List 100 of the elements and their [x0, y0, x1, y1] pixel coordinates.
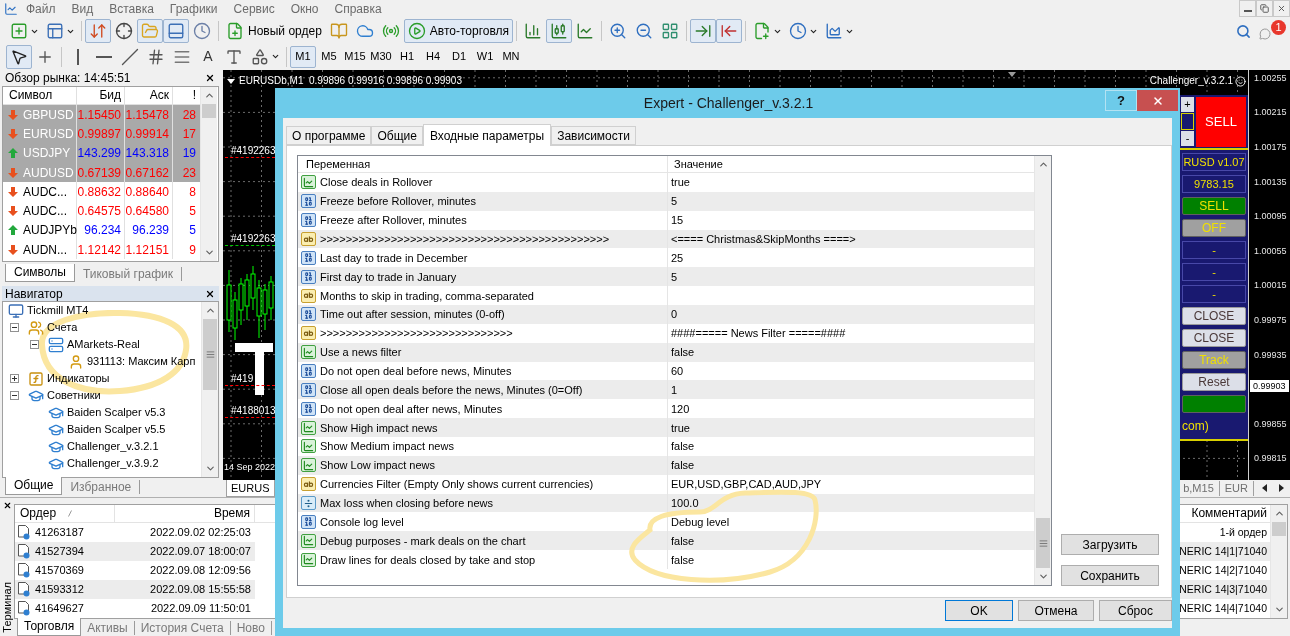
tab[interactable]: Общие	[5, 477, 63, 495]
menu-item[interactable]: Справка	[326, 1, 390, 17]
sell-button[interactable]: SELL	[1196, 97, 1246, 147]
parameter-value[interactable]: 0	[671, 308, 678, 321]
timeframe-button[interactable]: M5	[316, 45, 342, 68]
parameter-row[interactable]: >>>>>>>>>>>>>>>>>>>>>>>>>>>>>>>>>>>>>>>>>>>>> <==== Christmas&SkipMonths ====>	[298, 229, 1034, 249]
scrollbar[interactable]	[201, 302, 218, 477]
dialog-button[interactable]: Сохранить	[1061, 565, 1159, 586]
toolbar-button[interactable]: A	[195, 44, 221, 69]
parameter-row[interactable]: >>>>>>>>>>>>>>>>>>>>>>>>>>>>>> ####===== News Filter =====####	[298, 323, 1034, 343]
parameter-row[interactable]: Show Low impact news false	[298, 455, 1034, 475]
parameter-row[interactable]: Close deals in Rollover true	[298, 173, 1034, 192]
panel-button[interactable]: CLOSE	[1182, 307, 1246, 325]
dialog-button[interactable]: Загрузить	[1061, 534, 1159, 555]
menu-item[interactable]: Вставка	[101, 1, 162, 17]
column-header[interactable]: Переменная	[306, 158, 371, 170]
parameter-value[interactable]: 5	[671, 270, 678, 283]
tree-item[interactable]: Baiden Scalper v5.3	[67, 406, 166, 419]
parameter-value[interactable]: 25	[671, 251, 684, 264]
parameter-value[interactable]: false	[671, 553, 695, 566]
scrollbar-thumb[interactable]	[203, 319, 217, 390]
panel-button[interactable]: SELL	[1182, 197, 1246, 215]
dialog-button[interactable]: OK	[945, 600, 1013, 621]
minus-box-icon[interactable]	[10, 391, 19, 400]
restore-button[interactable]	[1256, 0, 1273, 17]
menu-item[interactable]: Сервис	[225, 1, 283, 17]
parameter-value[interactable]: true	[671, 421, 690, 434]
column-header[interactable]: Значение	[674, 158, 723, 170]
close-icon[interactable]	[205, 288, 215, 299]
parameter-value[interactable]: false	[671, 534, 695, 547]
chevron-down-icon[interactable]	[1037, 571, 1049, 582]
tab[interactable]: Ново	[230, 621, 272, 635]
toolbar-button[interactable]: Новый ордер	[222, 19, 326, 43]
timeframe-button[interactable]: M1	[290, 45, 316, 68]
dialog-button[interactable]: Отмена	[1018, 600, 1094, 621]
symbol-row[interactable]: AUDC... 0.88632 0.88640 8	[3, 182, 200, 202]
timeframe-button[interactable]: H1	[394, 45, 420, 68]
toolbar-button[interactable]	[6, 44, 32, 69]
chevron-down-icon[interactable]	[204, 463, 216, 474]
order-row[interactable]: 41593312 2022.09.08 15:55:58	[15, 580, 255, 599]
input-field[interactable]	[1181, 113, 1194, 130]
tree-item[interactable]: 931113: Максим Карп	[87, 355, 196, 368]
caret-left-icon[interactable]	[1262, 484, 1267, 492]
stepper-button[interactable]: -	[1181, 131, 1194, 146]
timeframe-button[interactable]: M15	[342, 45, 368, 68]
toolbar-button[interactable]: Авто-торговля	[403, 19, 514, 43]
symbol-row[interactable]: USDJPY 143.299 143.318 19	[3, 143, 200, 163]
parameter-value[interactable]: 120	[671, 402, 690, 415]
parameter-value[interactable]: 5	[671, 195, 678, 208]
caret-right-icon[interactable]	[1279, 484, 1284, 492]
parameter-value[interactable]: ####===== News Filter =====####	[671, 327, 846, 340]
scrollbar[interactable]	[1270, 505, 1287, 618]
tab[interactable]: О программе	[286, 126, 372, 145]
chart-tab[interactable]: EUR	[1219, 481, 1254, 496]
close-icon[interactable]	[205, 72, 215, 83]
scrollbar-thumb[interactable]	[1036, 518, 1050, 568]
parameter-value[interactable]: 100.0	[671, 497, 699, 510]
order-row[interactable]: 41570369 2022.09.08 12:09:56	[15, 561, 255, 580]
parameter-value[interactable]: 15	[671, 214, 684, 227]
plus-box-icon[interactable]	[10, 374, 19, 383]
parameter-row[interactable]: Use a news filter false	[298, 342, 1034, 362]
parameter-value[interactable]: true	[671, 176, 690, 189]
tab[interactable]: Символы	[5, 264, 75, 282]
column-header[interactable]: Символ	[9, 88, 53, 102]
parameter-value[interactable]: Debug level	[671, 515, 730, 528]
scrollbar[interactable]	[200, 87, 217, 261]
scrollbar-thumb[interactable]	[1272, 522, 1286, 536]
timeframe-button[interactable]: M30	[368, 45, 394, 68]
tree-item[interactable]: Challenger_v.3.2.1	[67, 440, 159, 453]
dialog-button[interactable]: Сброс	[1099, 600, 1172, 621]
timeframe-button[interactable]: W1	[472, 45, 498, 68]
close-button[interactable]	[1273, 0, 1290, 17]
stepper-button[interactable]: +	[1181, 97, 1194, 112]
tree-item[interactable]: Tickmill MT4	[27, 304, 89, 317]
parameter-value[interactable]: false	[671, 440, 695, 453]
parameter-row[interactable]: First day to trade in January 5	[298, 267, 1034, 287]
parameter-row[interactable]: Close all open deals before the news, Minutes (0=Off) 1	[298, 380, 1034, 400]
order-row[interactable]: 41263187 2022.09.02 02:25:03	[15, 523, 255, 542]
chart-tab[interactable]: EURUS	[226, 480, 275, 497]
menu-item[interactable]: Графики	[161, 1, 226, 17]
dropdown-triangle-icon[interactable]	[227, 78, 235, 84]
column-header[interactable]: !	[192, 87, 196, 104]
chevron-down-icon[interactable]	[203, 247, 215, 258]
column-header[interactable]: Ордер	[20, 505, 57, 522]
parameter-value[interactable]: 60	[671, 365, 684, 377]
menu-item[interactable]: Файл	[18, 1, 64, 17]
scrollbar-thumb[interactable]	[202, 104, 216, 118]
parameter-row[interactable]: Show Medium impact news false	[298, 437, 1034, 456]
minimize-button[interactable]	[1239, 0, 1256, 17]
panel-button[interactable]: CLOSE	[1182, 329, 1246, 347]
column-header[interactable]: Аск	[149, 87, 169, 104]
timeframe-button[interactable]: MN	[498, 45, 524, 68]
tab[interactable]: Торговля	[17, 618, 82, 636]
tab[interactable]: Входные параметры	[422, 124, 552, 146]
tab[interactable]: Зависимости	[551, 126, 636, 145]
symbol-row[interactable]: AUDC... 0.64575 0.64580 5	[3, 201, 200, 221]
tab[interactable]: Общие	[371, 126, 423, 145]
scrollbar[interactable]	[1034, 156, 1051, 585]
parameter-value[interactable]: EUR,USD,GBP,CAD,AUD,JPY	[671, 478, 822, 491]
menu-item[interactable]: Окно	[282, 1, 327, 17]
